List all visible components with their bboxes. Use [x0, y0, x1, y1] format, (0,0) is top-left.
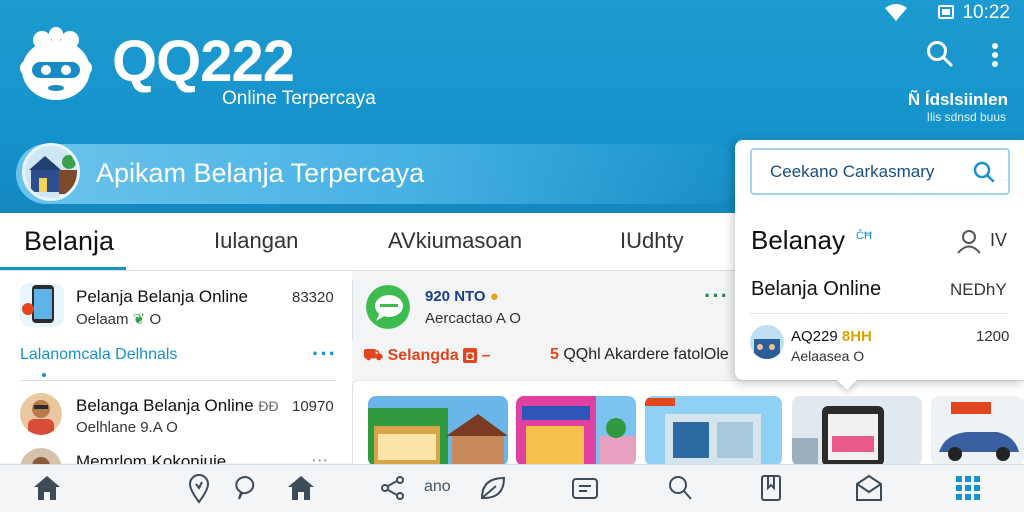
leaf-icon[interactable]	[478, 474, 508, 502]
banner-text: Apikam Belanja Terpercaya	[96, 158, 425, 188]
more-icon[interactable]	[990, 42, 1000, 70]
category-tabs: Belanja Iulangan AVkiumasoan IUdhty	[0, 213, 740, 271]
product-card[interactable]	[368, 396, 508, 466]
banner-avatar	[22, 143, 80, 201]
list-item-sub-text: Oelhlane 9.A	[76, 419, 162, 436]
dropdown-row-sub: Aelaasea O	[791, 348, 864, 364]
feature-title[interactable]: 920 NTO ●	[425, 288, 499, 305]
dropdown-user-label: IV	[990, 230, 1008, 250]
dropdown-row-tag: 8HH	[841, 328, 872, 345]
column-divider	[352, 280, 353, 340]
feature-sub: Aercactao A O	[425, 310, 521, 327]
tab-iulangan[interactable]: Iulangan	[214, 228, 298, 254]
feature-title-text: 920 NTO	[425, 288, 486, 305]
list-item-sub: Oelaam ❦ O	[76, 310, 161, 328]
wifi-icon	[885, 4, 907, 21]
product-card[interactable]	[931, 396, 1024, 466]
dropdown-title: Belanay	[751, 225, 845, 255]
home-icon[interactable]	[32, 474, 62, 502]
brand-name: QQ222	[112, 29, 295, 94]
leaf-icon: ❦	[132, 311, 146, 328]
feature-sub-text: Aercactao A	[425, 310, 506, 327]
phone-thumbnail	[20, 283, 64, 327]
dropdown-row-number: 1200	[976, 328, 1010, 345]
store-avatar	[750, 325, 784, 359]
chat-icon[interactable]	[234, 474, 258, 502]
promo-text[interactable]: 5 QQhl Akardere fatolOle	[550, 346, 729, 364]
list-item-sub-suffix: O	[149, 311, 162, 328]
tab-avkiumasoan[interactable]: AVkiumasoan	[388, 228, 522, 254]
more-dots-icon[interactable]: ···	[312, 341, 337, 367]
tab-belanja[interactable]: Belanja	[24, 226, 114, 257]
nav-text-item[interactable]: ano	[424, 478, 451, 496]
search-icon[interactable]	[926, 40, 954, 68]
list-item-title[interactable]: Belanga Belanja Online ĐĐ	[76, 396, 279, 416]
user-avatar	[20, 393, 62, 435]
promo-link[interactable]: ⛟ Selangda ◘ –	[363, 346, 490, 366]
brand-tagline: Online Terpercaya	[222, 88, 376, 109]
dropdown-row-sub-text: Aelaasea	[791, 348, 850, 364]
search-icon[interactable]	[972, 160, 996, 184]
product-card[interactable]	[792, 396, 922, 466]
feature-sub-suffix: O	[509, 310, 521, 327]
tab-iudhty[interactable]: IUdhty	[620, 228, 684, 254]
dropdown-item[interactable]: Belanja Online	[751, 278, 881, 301]
location-icon[interactable]	[188, 474, 210, 504]
product-card[interactable]	[645, 396, 782, 466]
divider	[20, 380, 336, 381]
coin-icon: ●	[489, 288, 499, 305]
list-item-number: 10970	[292, 398, 334, 415]
mail-icon[interactable]	[854, 474, 884, 502]
home-icon[interactable]	[286, 474, 316, 502]
section-label[interactable]: Lalanomcala Delhnals	[20, 346, 177, 364]
grid-icon[interactable]	[954, 474, 982, 502]
list-item-sub-text: Oelaam	[76, 311, 129, 328]
more-dots-icon[interactable]: ···	[704, 283, 729, 309]
user-icon[interactable]	[955, 228, 983, 254]
scroll-dot	[42, 373, 46, 377]
list-item-number: 83320	[292, 289, 334, 306]
list-item-sub: Oelhlane 9.A O	[76, 419, 178, 436]
header-info-sub: Ilis sdnsd buus	[926, 110, 1006, 124]
chat-app-icon	[366, 285, 410, 329]
status-time: 10:22	[962, 2, 1010, 23]
header-info-title: Ñ Ídslsiinlen	[907, 90, 1008, 109]
list-item-title-text: Belanga Belanja Online	[76, 396, 254, 415]
logo-icon	[20, 27, 92, 100]
list-item-sub-suffix: O	[166, 419, 178, 436]
wallet-icon[interactable]	[570, 474, 600, 502]
dropdown-row-sub-suffix: O	[853, 348, 865, 364]
promo-prefix: 5	[550, 346, 559, 363]
dropdown-row-title-text: AQ229	[791, 328, 838, 345]
tag-icon: ⛟	[363, 347, 384, 364]
promo-link-text: Selangda	[387, 347, 459, 364]
list-item-title[interactable]: Pelanja Belanja Online	[76, 287, 248, 307]
dropdown-row-title[interactable]: AQ229 8HH	[791, 328, 872, 345]
bookmark-icon[interactable]	[758, 474, 784, 502]
search-icon[interactable]	[666, 474, 694, 502]
dropdown-title-badge: ĈĦ	[856, 230, 872, 242]
promo-text-body: QQhl Akardere fatolOle	[563, 346, 729, 363]
battery-icon	[938, 5, 954, 19]
share-icon[interactable]	[378, 474, 408, 502]
promo-badge-icon: ◘	[463, 348, 478, 363]
list-item-badge: ĐĐ	[258, 398, 279, 414]
product-card[interactable]	[516, 396, 636, 466]
dropdown-item-tag: NEDhY	[950, 280, 1007, 299]
promo-link-suffix: –	[481, 347, 491, 364]
dropdown-search-placeholder: Ceekano Carkasmary	[770, 162, 935, 181]
divider	[750, 313, 1008, 314]
